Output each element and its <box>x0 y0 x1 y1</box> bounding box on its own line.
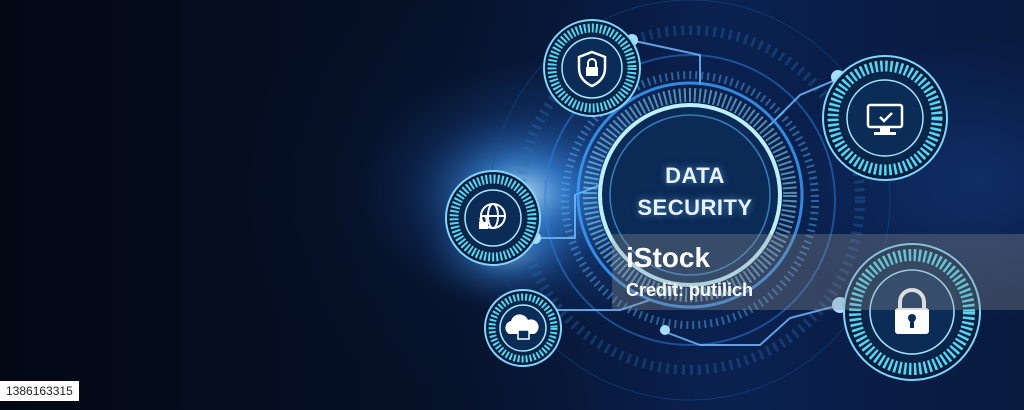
title-line-2: SECURITY <box>637 195 753 220</box>
node-shield-lock <box>543 19 641 117</box>
hero-title: DATA SECURITY <box>610 160 780 224</box>
stock-watermark: iStock Credit: putilich <box>612 234 1024 310</box>
node-cloud-lock <box>484 289 562 367</box>
watermark-credit: Credit: putilich <box>626 280 753 300</box>
hero-image: DATA SECURITY iStock Credit: putilich 13… <box>0 0 1024 410</box>
node-globe-lock <box>445 170 541 266</box>
node-monitor-check <box>822 55 948 181</box>
title-line-1: DATA <box>665 163 725 188</box>
data-security-graphic <box>400 0 981 401</box>
watermark-brand: iStock <box>626 242 711 273</box>
image-id-label: 1386163315 <box>0 381 79 401</box>
